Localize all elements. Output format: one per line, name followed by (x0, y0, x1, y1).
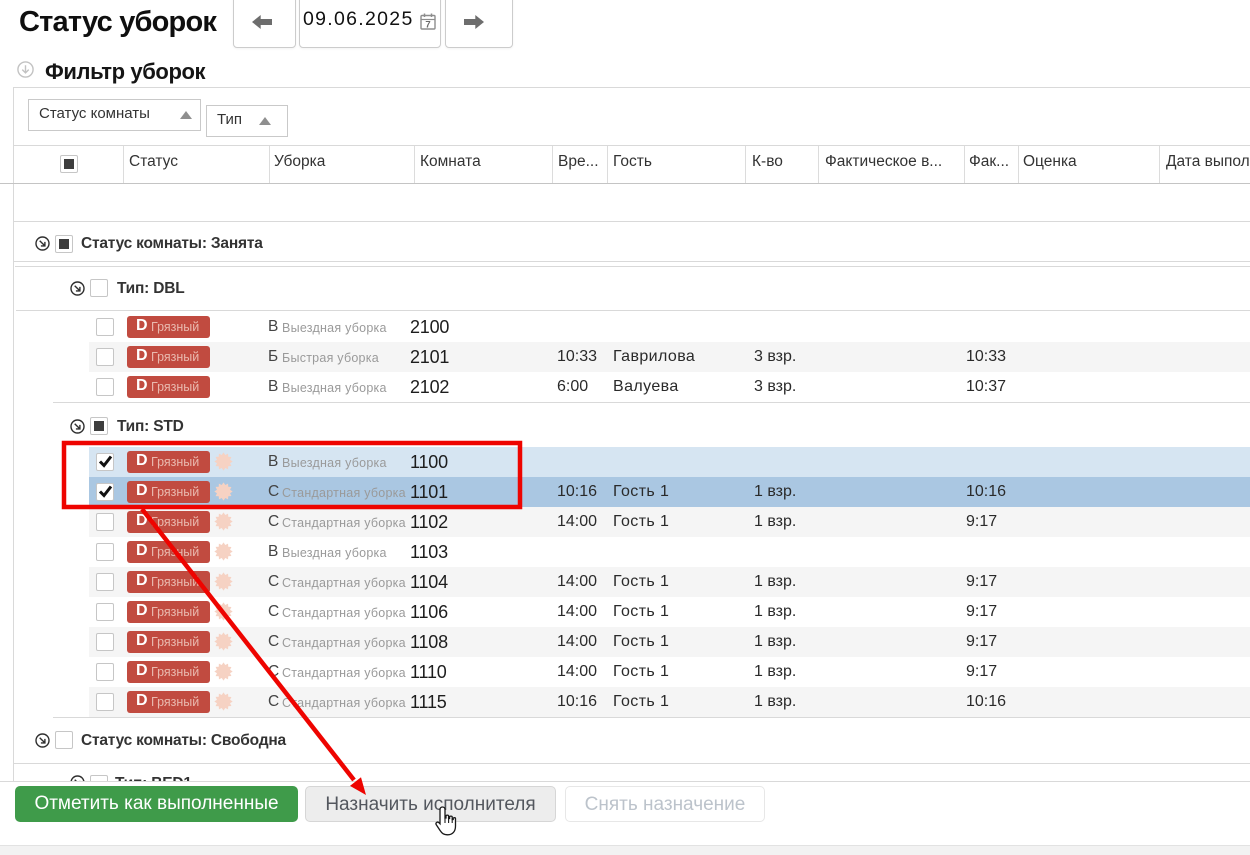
svg-text:7: 7 (425, 20, 430, 31)
